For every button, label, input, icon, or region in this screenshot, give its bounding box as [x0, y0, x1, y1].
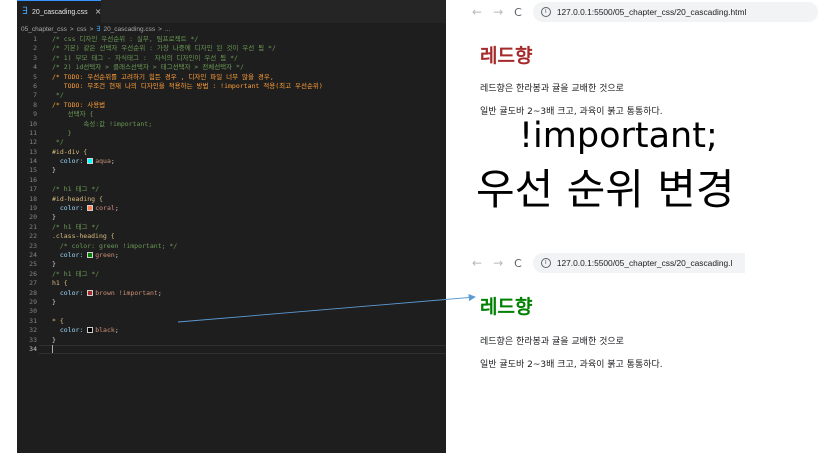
annotation-arrow — [177, 293, 476, 323]
